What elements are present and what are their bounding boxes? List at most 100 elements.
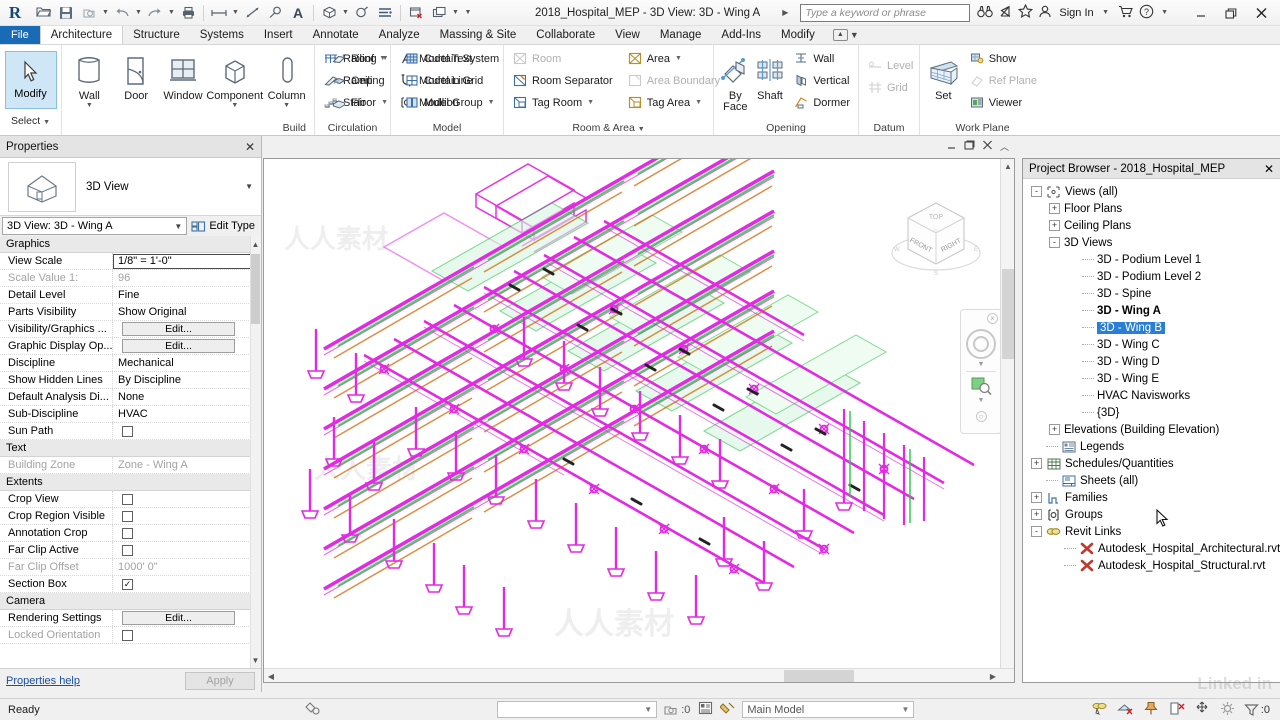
- area-boundary-button[interactable]: Area Boundary: [623, 70, 724, 91]
- apply-button[interactable]: Apply: [185, 671, 255, 690]
- property-value[interactable]: 1000' 0": [113, 559, 261, 575]
- window-button[interactable]: Window: [160, 48, 207, 102]
- sign-in-dropdown-icon[interactable]: ▼: [1099, 2, 1113, 24]
- select-by-face-icon[interactable]: [1169, 701, 1186, 719]
- tab-collaborate[interactable]: Collaborate: [526, 26, 605, 44]
- property-checkbox[interactable]: [122, 527, 133, 539]
- text-icon[interactable]: A: [287, 2, 309, 24]
- tree-node[interactable]: 3D - Wing D: [1027, 353, 1280, 370]
- tree-node[interactable]: 3D - Wing B: [1027, 319, 1280, 336]
- filter-status[interactable]: :0: [1243, 703, 1270, 717]
- tree-node[interactable]: Autodesk_Hospital_Structural.rvt: [1027, 557, 1280, 574]
- ceiling-button[interactable]: Ceiling: [327, 70, 392, 91]
- switch-windows-icon[interactable]: [428, 2, 450, 24]
- property-edit-button[interactable]: Edit...: [122, 322, 235, 336]
- print-icon[interactable]: [177, 2, 199, 24]
- show-workplane-button[interactable]: Show: [965, 48, 1041, 69]
- favorites-star-icon[interactable]: [1018, 3, 1034, 21]
- title-expand-icon[interactable]: ▶: [782, 8, 788, 17]
- tree-expander-icon[interactable]: -: [1031, 186, 1042, 197]
- roof-caret-icon[interactable]: ▼: [379, 55, 386, 62]
- tab-manage[interactable]: Manage: [650, 26, 712, 44]
- save-icon[interactable]: [55, 2, 77, 24]
- tree-expander-icon[interactable]: +: [1049, 220, 1060, 231]
- type-dropdown-icon[interactable]: ▼: [245, 182, 253, 191]
- area-caret-icon[interactable]: ▼: [675, 55, 682, 62]
- shopping-cart-icon[interactable]: [1118, 5, 1134, 21]
- tree-node[interactable]: + Schedules/Quantities: [1027, 455, 1280, 472]
- canvas-horizontal-scrollbar[interactable]: ◀ ▶: [264, 668, 1014, 682]
- column-caret-icon[interactable]: ▼: [283, 102, 290, 110]
- minimize-button[interactable]: [1188, 2, 1214, 24]
- tree-expander-icon[interactable]: -: [1049, 237, 1060, 248]
- zoom-tool-icon[interactable]: [970, 375, 992, 395]
- shaft-button[interactable]: Shaft: [753, 48, 788, 102]
- tag-room-caret-icon[interactable]: ▼: [587, 99, 594, 106]
- active-workset-status[interactable]: :0: [663, 703, 690, 717]
- tree-node[interactable]: 3D - Wing E: [1027, 370, 1280, 387]
- properties-scroll-down-icon[interactable]: ▼: [251, 654, 260, 666]
- tag-area-button[interactable]: Tag Area ▼: [623, 92, 724, 113]
- property-edit-button[interactable]: Edit...: [122, 339, 235, 353]
- steering-wheel-icon[interactable]: [966, 329, 996, 359]
- property-value[interactable]: Mechanical: [113, 355, 261, 371]
- settings-icon[interactable]: [1220, 701, 1235, 719]
- property-value[interactable]: 1/8" = 1'-0": [113, 253, 261, 269]
- property-checkbox[interactable]: [122, 493, 133, 505]
- scroll-left-icon[interactable]: ◀: [264, 669, 278, 683]
- view-cube[interactable]: TOP FRONT RIGHT W E S N: [886, 191, 986, 291]
- search-input[interactable]: Type a keyword or phrase: [800, 3, 971, 22]
- tree-node[interactable]: - Revit Links: [1027, 523, 1280, 540]
- property-checkbox[interactable]: [122, 425, 133, 437]
- mullion-button[interactable]: Mullion: [400, 92, 503, 113]
- tab-file[interactable]: File: [0, 26, 40, 44]
- column-button[interactable]: Column ▼: [263, 48, 310, 110]
- project-browser-close-icon[interactable]: ✕: [1264, 162, 1274, 176]
- tab-systems[interactable]: Systems: [190, 26, 254, 44]
- wall-button[interactable]: Wall ▼: [66, 48, 113, 110]
- wall-caret-icon[interactable]: ▼: [86, 102, 93, 110]
- level-button[interactable]: Level: [863, 55, 917, 76]
- scroll-right-icon[interactable]: ▶: [986, 669, 1000, 683]
- tree-node[interactable]: 3D - Podium Level 2: [1027, 268, 1280, 285]
- tab-architecture[interactable]: Architecture: [39, 26, 124, 44]
- wall-opening-button[interactable]: Wall: [789, 48, 854, 69]
- save-as-dropdown-icon[interactable]: ▼: [101, 2, 110, 24]
- switch-windows-dropdown-icon[interactable]: ▼: [451, 2, 460, 24]
- curtain-system-button[interactable]: Curtain System: [400, 48, 503, 69]
- canvas-vertical-scrollbar[interactable]: ▲ ▼: [1000, 159, 1014, 682]
- thin-lines-icon[interactable]: [374, 2, 396, 24]
- tree-node[interactable]: 3D - Spine: [1027, 285, 1280, 302]
- door-button[interactable]: Door: [113, 48, 160, 102]
- floor-button[interactable]: Floor ▼: [327, 92, 392, 113]
- measure-dropdown-icon[interactable]: ▼: [231, 2, 240, 24]
- zoom-dropdown-icon[interactable]: ▼: [978, 397, 985, 404]
- view-collapse-icon[interactable]: ︿: [1000, 140, 1009, 153]
- property-checkbox[interactable]: ✓: [122, 578, 133, 590]
- tree-node[interactable]: -3D Views: [1027, 234, 1280, 251]
- property-edit-button[interactable]: Edit...: [122, 611, 235, 625]
- properties-scroll-thumb[interactable]: [251, 254, 260, 324]
- design-options-combo[interactable]: ▼: [497, 701, 658, 718]
- tree-node[interactable]: - Views (all): [1027, 183, 1280, 200]
- properties-scroll-up-icon[interactable]: ▲: [251, 238, 260, 250]
- property-value[interactable]: 96: [113, 270, 261, 286]
- tree-node[interactable]: 3D - Wing C: [1027, 336, 1280, 353]
- tree-expander-icon[interactable]: +: [1031, 458, 1042, 469]
- workset-editing-icon[interactable]: [305, 701, 321, 719]
- dormer-opening-button[interactable]: Dormer: [789, 92, 854, 113]
- view-restore-button[interactable]: [964, 140, 975, 153]
- close-button[interactable]: [1248, 2, 1274, 24]
- component-caret-icon[interactable]: ▼: [231, 102, 238, 110]
- tree-expander-icon[interactable]: -: [1031, 526, 1042, 537]
- by-face-button[interactable]: By Face: [718, 48, 753, 113]
- tab-analyze[interactable]: Analyze: [369, 26, 430, 44]
- undo-dropdown-icon[interactable]: ▼: [134, 2, 143, 24]
- revit-logo-icon[interactable]: R: [0, 0, 30, 26]
- vertical-opening-button[interactable]: Vertical: [789, 70, 854, 91]
- horizontal-scroll-thumb[interactable]: [784, 670, 854, 682]
- tag-icon[interactable]: [264, 2, 286, 24]
- properties-close-icon[interactable]: ✕: [245, 140, 255, 154]
- property-checkbox[interactable]: [122, 510, 133, 522]
- tree-node[interactable]: Autodesk_Hospital_Architectural.rvt: [1027, 540, 1280, 557]
